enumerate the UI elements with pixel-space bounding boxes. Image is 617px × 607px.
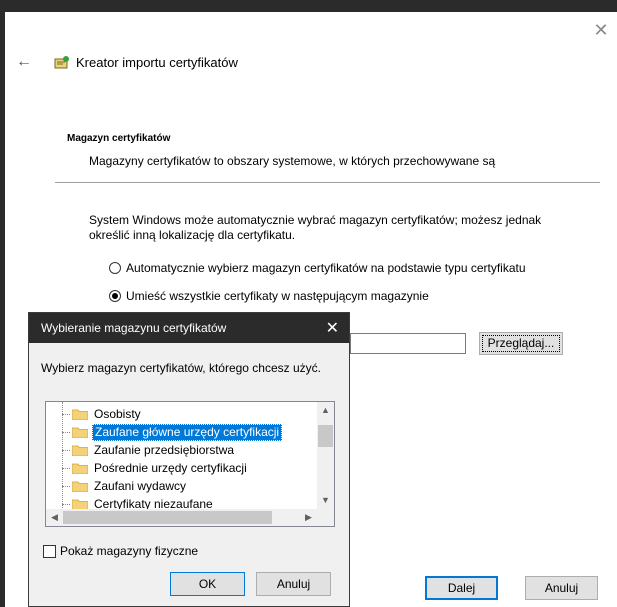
scroll-corner (317, 509, 334, 526)
close-icon[interactable]: ✕ (326, 318, 339, 338)
scroll-up-icon[interactable]: ▲ (317, 402, 334, 419)
tree-connector (62, 468, 70, 469)
radio-auto-label: Automatycznie wybierz magazyn certyfikat… (126, 261, 526, 275)
wizard-title: Kreator importu certyfikatów (76, 55, 238, 70)
folder-icon (72, 481, 88, 492)
scroll-thumb[interactable] (63, 511, 272, 524)
browse-button[interactable]: Przeglądaj... (479, 332, 563, 355)
scroll-down-icon[interactable]: ▼ (317, 492, 334, 509)
section-heading: Magazyn certyfikatów (67, 133, 171, 144)
radio-manual-store[interactable]: Umieść wszystkie certyfikaty w następują… (109, 288, 429, 304)
tree-connector (62, 402, 63, 520)
section-description: Magazyny certyfikatów to obszary systemo… (89, 154, 496, 168)
certificate-icon (54, 56, 69, 69)
scroll-left-icon[interactable]: ◀ (46, 509, 63, 526)
back-arrow-icon[interactable]: ← (16, 54, 34, 70)
show-physical-checkbox[interactable]: Pokaż magazyny fizyczne (43, 544, 198, 558)
dialog-title: Wybieranie magazynu certyfikatów (41, 321, 227, 335)
close-icon[interactable]: ✕ (593, 21, 609, 39)
tree-connector (62, 486, 70, 487)
scroll-thumb[interactable] (318, 425, 333, 447)
tree-connector (62, 414, 70, 415)
tree-connector (62, 504, 70, 505)
horizontal-scrollbar[interactable]: ◀ ▶ (46, 509, 317, 526)
radio-manual-label: Umieść wszystkie certyfikaty w następują… (126, 289, 429, 303)
folder-icon (72, 409, 88, 420)
tree-connector (62, 432, 70, 433)
checkbox[interactable] (43, 544, 56, 558)
radio-auto-select[interactable]: Automatycznie wybierz magazyn certyfikat… (109, 260, 526, 276)
tree-item-label: Osobisty (94, 407, 141, 421)
dialog-prompt: Wybierz magazyn certyfikatów, którego ch… (41, 361, 321, 375)
vertical-scrollbar[interactable]: ▲ ▼ (317, 402, 334, 509)
ok-button[interactable]: OK (170, 572, 245, 596)
show-physical-label: Pokaż magazyny fizyczne (60, 544, 199, 558)
folder-icon (72, 463, 88, 474)
next-button[interactable]: Dalej (425, 576, 498, 600)
folder-icon (72, 427, 88, 438)
select-store-dialog: Wybieranie magazynu certyfikatów ✕ Wybie… (28, 312, 350, 607)
tree-item-label: Pośrednie urzędy certyfikacji (94, 461, 247, 475)
tree-item-label: Zaufane główne urzędy certyfikacji (92, 424, 283, 441)
radio-button[interactable] (109, 262, 121, 274)
divider (55, 182, 600, 183)
dialog-titlebar: Wybieranie magazynu certyfikatów ✕ (29, 313, 349, 343)
radio-button-selected[interactable] (109, 290, 121, 302)
tree-item-label: Zaufani wydawcy (94, 479, 187, 493)
certificate-store-field[interactable] (350, 333, 466, 354)
store-tree[interactable]: Osobisty Zaufane główne urzędy certyfikac… (45, 401, 335, 527)
folder-icon (72, 445, 88, 456)
tree-item-label: Zaufanie przedsiębiorstwa (94, 443, 235, 457)
dialog-cancel-button[interactable]: Anuluj (256, 572, 331, 596)
info-text: System Windows może automatycznie wybrać… (89, 213, 542, 242)
cancel-button[interactable]: Anuluj (525, 576, 598, 600)
tree-connector (62, 450, 70, 451)
scroll-right-icon[interactable]: ▶ (300, 509, 317, 526)
